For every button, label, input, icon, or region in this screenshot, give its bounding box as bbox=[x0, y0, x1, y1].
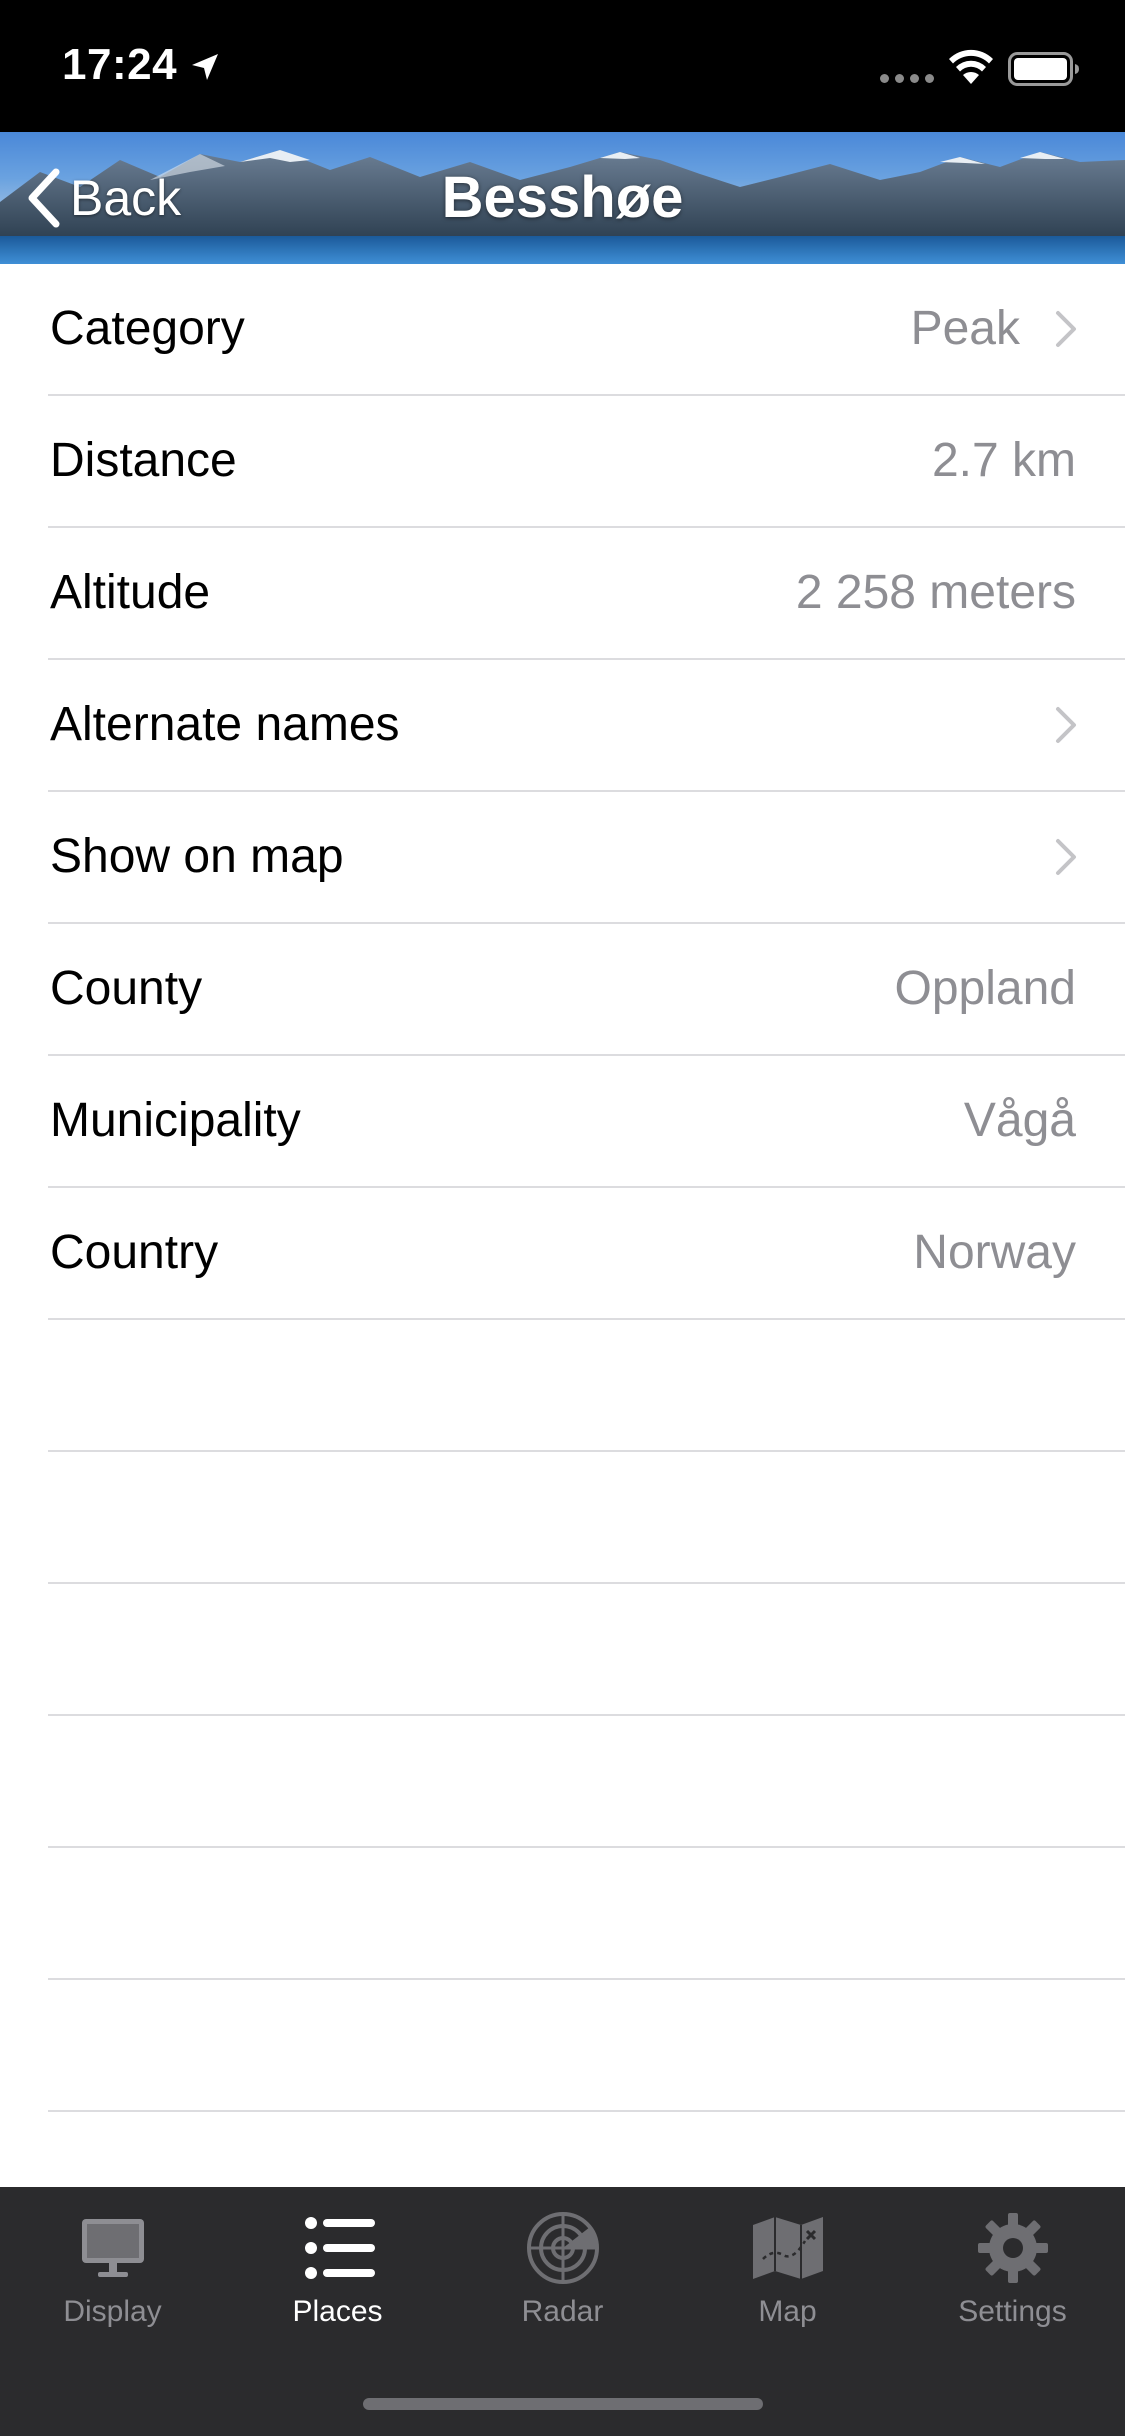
tab-radar[interactable]: Radar bbox=[450, 2187, 675, 2347]
row-value: Oppland bbox=[894, 962, 1076, 1015]
row-label: Category bbox=[50, 302, 245, 355]
tab-display[interactable]: Display bbox=[0, 2187, 225, 2347]
row-label: Municipality bbox=[50, 1094, 301, 1147]
empty-row bbox=[48, 1584, 1125, 1716]
home-indicator bbox=[363, 2398, 763, 2410]
wifi-icon bbox=[949, 49, 993, 84]
tab-settings[interactable]: Settings bbox=[900, 2187, 1125, 2347]
row-county: County Oppland bbox=[48, 924, 1125, 1056]
chevron-right-icon bbox=[1056, 311, 1076, 347]
row-label: Altitude bbox=[50, 566, 211, 619]
empty-row bbox=[48, 1980, 1125, 2112]
status-bar: 17:24 bbox=[0, 0, 1125, 132]
empty-row bbox=[48, 1320, 1125, 1452]
row-label: Distance bbox=[50, 434, 237, 487]
page-title: Besshøe bbox=[441, 165, 684, 230]
tab-map[interactable]: Map bbox=[675, 2187, 900, 2347]
cellular-signal-icon bbox=[880, 74, 934, 83]
row-value: 2 258 meters bbox=[795, 566, 1076, 619]
detail-list: Category Peak Distance 2.7 km Altitude 2… bbox=[0, 264, 1125, 2112]
tab-label: Settings bbox=[958, 2295, 1067, 2328]
row-category[interactable]: Category Peak bbox=[48, 264, 1125, 396]
row-label: County bbox=[50, 962, 203, 1015]
battery-icon bbox=[1008, 52, 1079, 86]
row-country: Country Norway bbox=[48, 1188, 1125, 1320]
row-alternate-names[interactable]: Alternate names bbox=[48, 660, 1125, 792]
row-value: Norway bbox=[913, 1226, 1076, 1279]
gear-icon bbox=[978, 2213, 1048, 2283]
location-arrow-icon bbox=[192, 54, 218, 80]
monitor-icon bbox=[82, 2219, 144, 2277]
row-label: Show on map bbox=[50, 830, 344, 883]
row-label: Alternate names bbox=[50, 698, 400, 751]
tab-label: Display bbox=[63, 2295, 162, 2328]
row-show-on-map[interactable]: Show on map bbox=[48, 792, 1125, 924]
status-time: 17:24 bbox=[62, 40, 178, 89]
navigation-header: Back Besshøe bbox=[0, 132, 1125, 264]
row-altitude: Altitude 2 258 meters bbox=[48, 528, 1125, 660]
tab-label: Radar bbox=[521, 2295, 604, 2328]
row-value: Vågå bbox=[963, 1094, 1076, 1147]
chevron-right-icon bbox=[1056, 839, 1076, 875]
tab-places[interactable]: Places bbox=[225, 2187, 450, 2347]
row-value: 2.7 km bbox=[931, 434, 1076, 487]
empty-row bbox=[48, 1848, 1125, 1980]
row-value: Peak bbox=[910, 302, 1020, 355]
row-municipality: Municipality Vågå bbox=[48, 1056, 1125, 1188]
row-distance: Distance 2.7 km bbox=[48, 396, 1125, 528]
chevron-right-icon bbox=[1056, 707, 1076, 743]
empty-row bbox=[48, 1452, 1125, 1584]
map-icon bbox=[753, 2217, 823, 2279]
tab-bar: Display Places Radar Map Settings bbox=[0, 2187, 1125, 2436]
tab-label: Places bbox=[292, 2295, 383, 2328]
list-icon bbox=[305, 2217, 375, 2279]
empty-row bbox=[48, 1716, 1125, 1848]
row-label: Country bbox=[50, 1226, 219, 1279]
tab-label: Map bbox=[758, 2295, 817, 2328]
radar-icon bbox=[527, 2212, 599, 2284]
